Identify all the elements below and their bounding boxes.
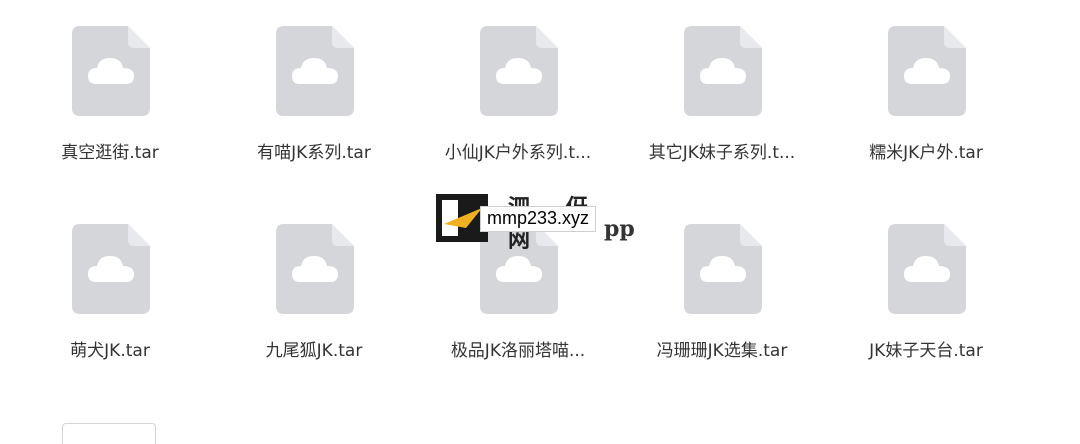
cloud-file-icon [888, 224, 966, 314]
cloud-file-icon [888, 26, 966, 116]
file-item[interactable]: 真空逛街.tar [20, 26, 200, 186]
file-name[interactable]: 极品JK洛丽塔喵... [428, 336, 608, 361]
file-name[interactable]: JK妹子天台.tar [836, 336, 1016, 361]
file-item[interactable]: 萌犬JK.tar [20, 224, 200, 384]
file-item[interactable]: 其它JK妹子系列.t... [632, 26, 812, 186]
file-item[interactable]: 有喵JK系列.tar [224, 26, 404, 186]
watermark-label: mmp233.xyz [480, 206, 597, 232]
cloud-file-icon [684, 26, 762, 116]
file-item[interactable]: 冯珊珊JK选集.tar [632, 224, 812, 384]
file-name[interactable]: 真空逛街.tar [20, 138, 200, 163]
file-name[interactable]: 其它JK妹子系列.t... [632, 138, 812, 163]
cloud-file-icon [684, 224, 762, 314]
cloud-file-icon [276, 224, 354, 314]
file-name[interactable]: 冯珊珊JK选集.tar [632, 336, 812, 361]
watermark-app-text: pp [604, 216, 635, 242]
file-item[interactable]: 九尾狐JK.tar [224, 224, 404, 384]
file-name[interactable]: 有喵JK系列.tar [224, 138, 404, 163]
file-item[interactable]: 糯米JK户外.tar [836, 26, 1016, 186]
file-name[interactable]: 小仙JK户外系列.t... [428, 138, 608, 163]
file-item-partial[interactable] [62, 423, 156, 444]
cloud-file-icon [480, 26, 558, 116]
watermark: 泗 伢 网 pp mmp233.xyz [436, 190, 646, 253]
file-name[interactable]: 萌犬JK.tar [20, 336, 200, 361]
file-name[interactable]: 九尾狐JK.tar [224, 336, 404, 361]
file-item[interactable]: JK妹子天台.tar [836, 224, 1016, 384]
cloud-file-icon [276, 26, 354, 116]
file-name[interactable]: 糯米JK户外.tar [836, 138, 1016, 163]
cloud-file-icon [72, 224, 150, 314]
cloud-file-icon [72, 26, 150, 116]
file-item[interactable]: 小仙JK户外系列.t... [428, 26, 608, 186]
